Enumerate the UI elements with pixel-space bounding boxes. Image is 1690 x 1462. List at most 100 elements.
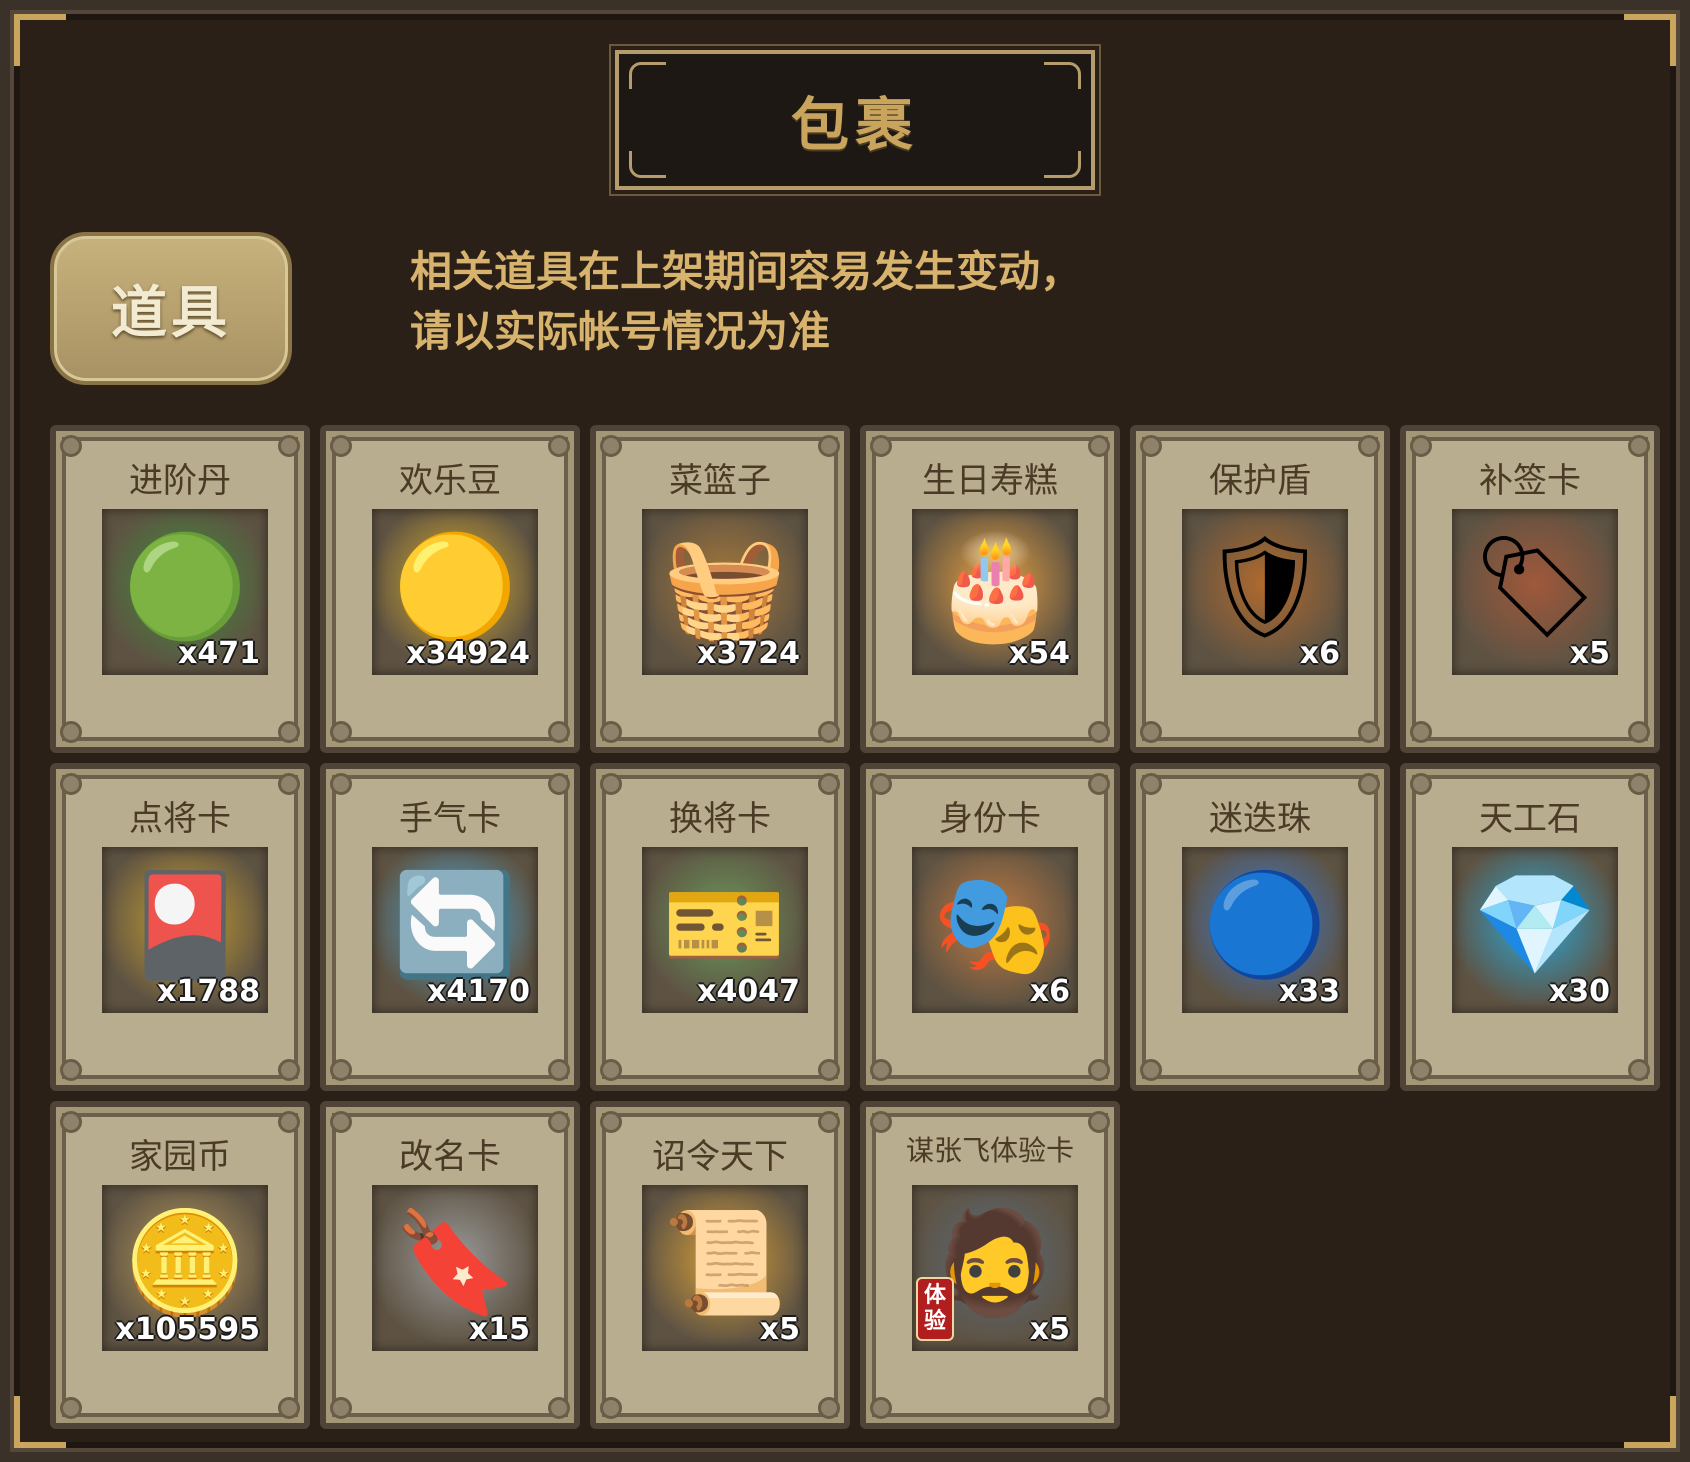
card-corner-ornament — [278, 1059, 300, 1081]
item-image: 🔖 x15 — [372, 1185, 538, 1351]
item-name: 菜篮子 — [669, 461, 771, 501]
item-quantity: x471 — [178, 636, 260, 671]
card-corner-ornament — [870, 721, 892, 743]
frame-corner-ornament — [14, 14, 66, 66]
trial-badge: 体验 — [916, 1277, 954, 1341]
item-image: 💎 x30 — [1452, 847, 1618, 1013]
item-card[interactable]: 改名卡 🔖 x15 — [320, 1101, 580, 1429]
notice-line-2: 请以实际帐号情况为准 — [410, 307, 831, 356]
item-name: 谋张飞体验卡 — [905, 1134, 1074, 1167]
green-orb-icon: 🟢 — [122, 528, 248, 645]
item-card[interactable]: 菜篮子 🧺 x3724 — [590, 425, 850, 753]
item-quantity: x3724 — [697, 636, 800, 671]
item-quantity: x1788 — [157, 974, 260, 1009]
edict-scroll-icon: 📜 — [662, 1204, 788, 1321]
item-image: 🟡 x34924 — [372, 509, 538, 675]
card-corner-ornament — [818, 1059, 840, 1081]
item-image: 🔄 x4170 — [372, 847, 538, 1013]
identity-mask-icon: 🎭 — [932, 866, 1058, 983]
card-corner-ornament — [818, 1397, 840, 1419]
card-corner-ornament — [1140, 1059, 1162, 1081]
item-name: 生日寿糕 — [922, 461, 1058, 501]
item-card[interactable]: 进阶丹 🟢 x471 — [50, 425, 310, 753]
item-card[interactable]: 换将卡 🎫 x4047 — [590, 763, 850, 1091]
item-name: 改名卡 — [399, 1137, 501, 1177]
item-name: 迷迭珠 — [1209, 799, 1311, 839]
item-name: 点将卡 — [129, 799, 231, 839]
card-corner-ornament — [548, 721, 570, 743]
item-card[interactable]: 家园币 🪙 x105595 — [50, 1101, 310, 1429]
item-card[interactable]: 迷迭珠 🔵 x33 — [1130, 763, 1390, 1091]
item-name: 欢乐豆 — [399, 461, 501, 501]
title-ornament — [1044, 151, 1081, 178]
card-corner-ornament — [1088, 721, 1110, 743]
item-card[interactable]: 谋张飞体验卡 🧔 体验 x5 — [860, 1101, 1120, 1429]
card-corner-ornament — [60, 1397, 82, 1419]
blue-pearl-icon: 🔵 — [1202, 866, 1328, 983]
inventory-panel: 包裹 道具 相关道具在上架期间容易发生变动， 请以实际帐号情况为准 进阶丹 🟢 x4… — [0, 0, 1690, 1462]
tab-items[interactable]: 道具 — [50, 232, 292, 385]
item-card[interactable]: 天工石 💎 x30 — [1400, 763, 1660, 1091]
item-quantity: x30 — [1548, 974, 1610, 1009]
item-name: 补签卡 — [1479, 461, 1581, 501]
item-card[interactable]: 点将卡 🎴 x1788 — [50, 763, 310, 1091]
frame-corner-ornament — [1624, 14, 1676, 66]
item-name: 保护盾 — [1209, 461, 1311, 501]
card-corner-ornament — [1628, 1059, 1650, 1081]
card-corner-ornament — [1410, 721, 1432, 743]
item-image: 🛡 x6 — [1182, 509, 1348, 675]
card-corner-ornament — [278, 1397, 300, 1419]
frame-corner-ornament — [1624, 1396, 1676, 1448]
signin-card-icon: 🏷 — [1471, 528, 1599, 645]
card-corner-ornament — [60, 721, 82, 743]
item-quantity: x5 — [1569, 636, 1610, 671]
item-card[interactable]: 身份卡 🎭 x6 — [860, 763, 1120, 1091]
tab-items-label: 道具 — [111, 281, 231, 346]
card-corner-ornament — [1358, 1059, 1380, 1081]
title-ornament — [629, 62, 666, 89]
notice-text: 相关道具在上架期间容易发生变动， 请以实际帐号情况为准 — [410, 242, 1170, 362]
general-card-icon: 🎴 — [122, 866, 248, 983]
card-corner-ornament — [278, 721, 300, 743]
item-image: 🎂 x54 — [912, 509, 1078, 675]
item-image: 🎴 x1788 — [102, 847, 268, 1013]
card-corner-ornament — [1410, 1059, 1432, 1081]
card-corner-ornament — [600, 1397, 622, 1419]
item-card[interactable]: 生日寿糕 🎂 x54 — [860, 425, 1120, 753]
item-name: 天工石 — [1479, 799, 1581, 839]
item-name: 诏令天下 — [652, 1137, 788, 1177]
item-card[interactable]: 欢乐豆 🟡 x34924 — [320, 425, 580, 753]
card-corner-ornament — [600, 721, 622, 743]
page-title: 包裹 — [790, 91, 919, 159]
item-image: 🪙 x105595 — [102, 1185, 268, 1351]
item-quantity: x15 — [468, 1312, 530, 1347]
item-image: 🎫 x4047 — [642, 847, 808, 1013]
item-image: 🧺 x3724 — [642, 509, 808, 675]
item-image: 🧔 体验 x5 — [912, 1185, 1078, 1351]
crystal-stone-icon: 💎 — [1472, 866, 1598, 983]
luck-card-icon: 🔄 — [392, 866, 518, 983]
item-card[interactable]: 诏令天下 📜 x5 — [590, 1101, 850, 1429]
card-corner-ornament — [330, 721, 352, 743]
golden-beans-icon: 🟡 — [392, 528, 518, 645]
card-corner-ornament — [548, 1059, 570, 1081]
item-quantity: x4170 — [427, 974, 530, 1009]
item-quantity: x5 — [1029, 1312, 1070, 1347]
card-corner-ornament — [818, 721, 840, 743]
item-card[interactable]: 补签卡 🏷 x5 — [1400, 425, 1660, 753]
card-corner-ornament — [60, 1059, 82, 1081]
item-quantity: x54 — [1008, 636, 1070, 671]
card-corner-ornament — [1140, 721, 1162, 743]
item-image: 🏷 x5 — [1452, 509, 1618, 675]
item-card[interactable]: 保护盾 🛡 x6 — [1130, 425, 1390, 753]
item-name: 手气卡 — [399, 799, 501, 839]
item-card[interactable]: 手气卡 🔄 x4170 — [320, 763, 580, 1091]
card-corner-ornament — [1088, 1397, 1110, 1419]
title-ornament — [1044, 62, 1081, 89]
item-quantity: x34924 — [406, 636, 530, 671]
item-image: 🔵 x33 — [1182, 847, 1348, 1013]
notice-line-1: 相关道具在上架期间容易发生变动， — [410, 247, 1083, 296]
item-quantity: x6 — [1029, 974, 1070, 1009]
item-image: 📜 x5 — [642, 1185, 808, 1351]
item-quantity: x33 — [1278, 974, 1340, 1009]
